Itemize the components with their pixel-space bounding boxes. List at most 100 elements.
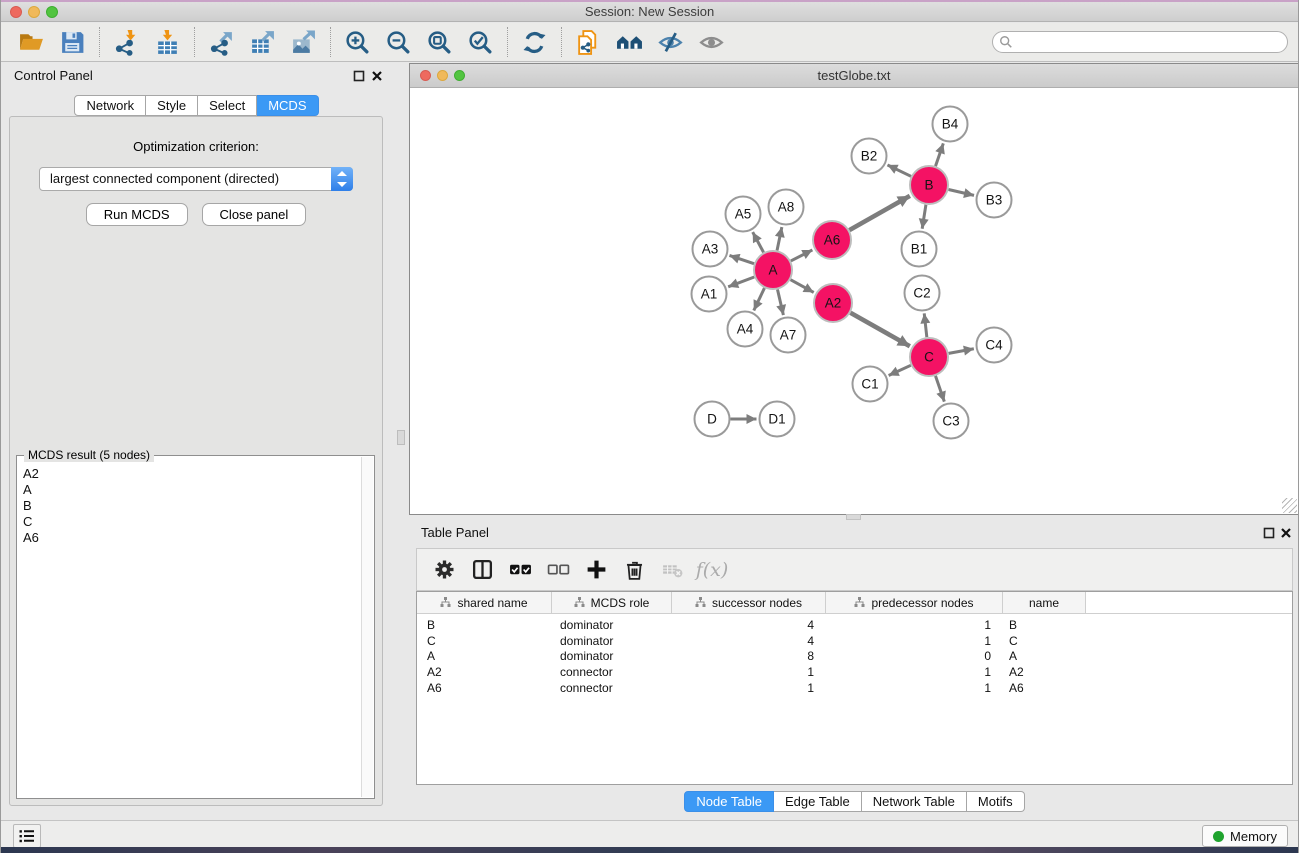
select-all-columns-button[interactable] (503, 553, 537, 587)
graph-edge-A-A6[interactable] (791, 250, 813, 261)
table-row-B[interactable]: Bdominator41B (417, 617, 1292, 633)
graph-node-A3[interactable]: A3 (693, 232, 728, 267)
tab-select[interactable]: Select (198, 95, 257, 116)
graph-node-A4[interactable]: A4 (728, 312, 763, 347)
graph-edge-A-A4[interactable] (754, 288, 765, 310)
zoom-in-button[interactable] (337, 25, 378, 59)
graph-edge-B-B4[interactable] (936, 143, 944, 166)
close-panel-button[interactable]: Close panel (202, 203, 307, 226)
dropdown-stepper-icon[interactable] (331, 167, 353, 191)
mcds-result-list[interactable]: A2ABCA6 (19, 462, 359, 796)
mcds-result-item[interactable]: A (23, 482, 359, 498)
result-list-scrollbar[interactable] (361, 457, 373, 797)
graph-edge-C-C2[interactable] (924, 313, 927, 337)
graph-node-C1[interactable]: C1 (853, 367, 888, 402)
import-network-button[interactable] (106, 25, 147, 59)
first-neighbors-button[interactable] (609, 25, 650, 59)
vertical-splitter-handle[interactable] (397, 430, 405, 445)
graph-node-B1[interactable]: B1 (902, 232, 937, 267)
graph-edge-A6-B[interactable] (849, 196, 909, 230)
graph-node-C[interactable]: C (910, 338, 948, 376)
column-header-name[interactable]: name (1003, 592, 1086, 613)
column-layout-button[interactable] (465, 553, 499, 587)
add-column-button[interactable] (579, 553, 613, 587)
graph-edge-B-B1[interactable] (922, 205, 926, 229)
column-header-predecessor-nodes[interactable]: predecessor nodes (826, 592, 1003, 613)
graph-node-A5[interactable]: A5 (726, 197, 761, 232)
graph-edge-C-C1[interactable] (889, 365, 911, 375)
graph-node-B3[interactable]: B3 (977, 183, 1012, 218)
graph-edge-A-A3[interactable] (729, 255, 754, 263)
graph-node-D[interactable]: D (695, 402, 730, 437)
tab-mcds[interactable]: MCDS (257, 95, 318, 116)
refresh-layout-button[interactable] (514, 25, 555, 59)
task-history-button[interactable] (13, 824, 41, 848)
open-file-button[interactable] (11, 25, 52, 59)
export-table-button[interactable] (242, 25, 283, 59)
graph-node-A8[interactable]: A8 (769, 190, 804, 225)
graph-node-B2[interactable]: B2 (852, 139, 887, 174)
zoom-fit-button[interactable] (419, 25, 460, 59)
graph-edge-A-A1[interactable] (728, 277, 754, 287)
graph-node-A6[interactable]: A6 (813, 221, 851, 259)
table-row-A[interactable]: Adominator80A (417, 649, 1292, 665)
tab-motifs[interactable]: Motifs (967, 791, 1025, 812)
tab-edge-table[interactable]: Edge Table (774, 791, 862, 812)
column-header-MCDS-role[interactable]: MCDS role (552, 592, 672, 613)
table-row-A6[interactable]: A6connector11A6 (417, 680, 1292, 696)
table-settings-button[interactable] (427, 553, 461, 587)
export-network-button[interactable] (201, 25, 242, 59)
delete-column-button[interactable] (617, 553, 651, 587)
graph-edge-C-C4[interactable] (949, 349, 974, 354)
deselect-all-columns-button[interactable] (541, 553, 575, 587)
graph-node-D1[interactable]: D1 (760, 402, 795, 437)
graph-node-A[interactable]: A (754, 251, 792, 289)
graph-node-C3[interactable]: C3 (934, 404, 969, 439)
table-row-A2[interactable]: A2connector11A2 (417, 664, 1292, 680)
close-panel-icon[interactable] (371, 70, 383, 82)
tab-network-table[interactable]: Network Table (862, 791, 967, 812)
delete-table-button[interactable] (655, 553, 689, 587)
table-row-C[interactable]: Cdominator41C (417, 633, 1292, 649)
tab-node-table[interactable]: Node Table (684, 791, 774, 812)
network-canvas[interactable]: AA1A3A4A5A7A8A6A2BB1B2B3B4CC1C2C3C4DD1 (410, 89, 1298, 514)
graph-node-B[interactable]: B (910, 166, 948, 204)
column-header-successor-nodes[interactable]: successor nodes (672, 592, 826, 613)
mcds-result-item[interactable]: B (23, 498, 359, 514)
memory-button[interactable]: Memory (1202, 825, 1288, 847)
graph-edge-A-A8[interactable] (777, 227, 782, 250)
graph-edge-A-A2[interactable] (791, 280, 814, 293)
graph-node-A2[interactable]: A2 (814, 284, 852, 322)
function-builder-button[interactable]: f(x) (693, 553, 727, 587)
graph-edge-C-C3[interactable] (936, 376, 945, 402)
graph-edge-B-B3[interactable] (948, 189, 974, 195)
show-hidden-button[interactable] (691, 25, 732, 59)
mcds-result-item[interactable]: A6 (23, 530, 359, 546)
graph-node-C4[interactable]: C4 (977, 328, 1012, 363)
graph-edge-A2-C[interactable] (850, 313, 909, 346)
graph-node-B4[interactable]: B4 (933, 107, 968, 142)
column-header-shared-name[interactable]: shared name (417, 592, 552, 613)
network-graph[interactable]: AA1A3A4A5A7A8A6A2BB1B2B3B4CC1C2C3C4DD1 (410, 89, 1298, 515)
save-session-button[interactable] (52, 25, 93, 59)
search-input[interactable] (1013, 33, 1287, 51)
export-image-button[interactable] (283, 25, 324, 59)
hide-selected-button[interactable] (650, 25, 691, 59)
mcds-result-item[interactable]: C (23, 514, 359, 530)
graph-edge-B-B2[interactable] (887, 165, 911, 176)
network-search-field[interactable] (992, 31, 1288, 53)
tab-style[interactable]: Style (146, 95, 198, 116)
import-table-button[interactable] (147, 25, 188, 59)
run-mcds-button[interactable]: Run MCDS (86, 203, 188, 226)
graph-node-A7[interactable]: A7 (771, 318, 806, 353)
zoom-out-button[interactable] (378, 25, 419, 59)
graph-edge-A-A5[interactable] (753, 232, 764, 252)
float-table-panel-icon[interactable] (1263, 527, 1275, 539)
float-panel-icon[interactable] (353, 70, 365, 82)
clone-network-button[interactable] (568, 25, 609, 59)
zoom-selected-button[interactable] (460, 25, 501, 59)
optimization-criterion-dropdown[interactable]: largest connected component (directed) (39, 167, 353, 191)
close-table-panel-icon[interactable] (1280, 527, 1292, 539)
tab-network[interactable]: Network (74, 95, 146, 116)
graph-node-A1[interactable]: A1 (692, 277, 727, 312)
